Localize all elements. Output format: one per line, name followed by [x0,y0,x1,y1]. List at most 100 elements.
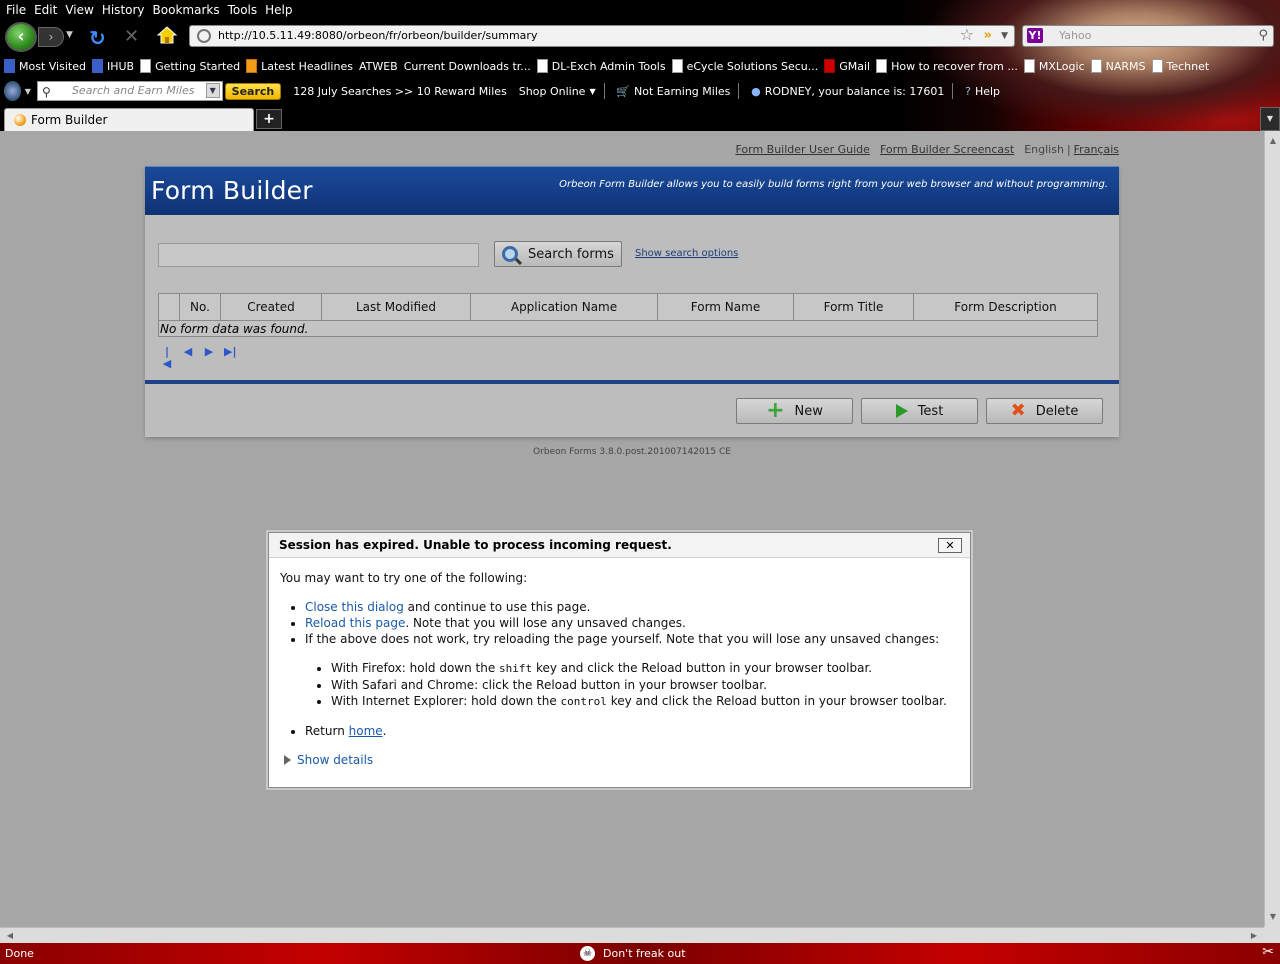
status-message: ☠ Don't freak out [580,946,686,961]
menu-help[interactable]: Help [263,0,298,20]
column-header-form-title[interactable]: Form Title [793,293,914,321]
user-icon: ● [751,84,761,98]
bookmark-item[interactable]: GMail [824,59,870,73]
show-details-link[interactable]: Show details [297,752,373,768]
bookmark-item[interactable]: NARMS [1090,59,1146,73]
bookmarks-toolbar: Most Visited IHUB Getting Started Latest… [0,56,1211,76]
bookmark-item[interactable]: MXLogic [1023,59,1085,73]
menu-history[interactable]: History [100,0,151,20]
july-searches-link[interactable]: 128 July Searches >> 10 Reward Miles [293,85,507,98]
shop-online-menu[interactable]: Shop Online ▼ [519,85,596,98]
url-dropdown-icon[interactable]: ▼ [1001,26,1008,46]
rss-icon [246,59,258,73]
toolbar-divider [738,83,740,99]
tab-form-builder[interactable]: Form Builder [4,108,254,131]
home-link[interactable]: home [349,724,383,738]
first-page-icon[interactable]: |◀ [161,346,173,370]
back-button[interactable]: ‹ [5,22,37,52]
previous-page-icon[interactable]: ◀ [182,346,194,358]
horizontal-scrollbar[interactable]: ◀ ▶ [0,927,1264,943]
feed-icon[interactable]: » [984,26,992,46]
last-page-icon[interactable]: ▶| [224,346,236,358]
bookmark-item[interactable]: Latest Headlines [246,59,353,73]
toolbar-menu-icon[interactable]: ▼ [25,87,31,96]
bookmark-item[interactable]: DL-Exch Admin Tools [536,59,666,73]
test-button[interactable]: Test [861,398,978,424]
bookmark-item[interactable]: How to recover from ... [876,59,1018,73]
options-list: Close this dialog and continue to use th… [305,599,959,739]
page-icon [140,59,152,73]
site-identity-icon[interactable] [197,29,211,43]
page-icon [1151,59,1163,73]
rewards-search-input[interactable]: ⚲ Search and Earn Miles ▼ [36,81,223,101]
home-icon[interactable] [157,25,177,45]
scroll-up-icon[interactable]: ▲ [1266,133,1280,149]
toolbar-divider [952,83,954,99]
menu-file[interactable]: File [4,0,32,20]
bookmark-item[interactable]: ATWEB [359,60,398,73]
delete-button[interactable]: ✖ Delete [986,398,1103,424]
dialog-close-button[interactable]: ✕ [938,538,962,553]
column-header-created[interactable]: Created [220,293,322,321]
bookmark-item[interactable]: Most Visited [4,59,86,73]
search-box[interactable]: Y! Yahoo ⚲ [1022,25,1274,47]
search-icon[interactable]: ⚲ [1258,26,1268,46]
reload-icon[interactable]: ↻ [89,26,106,50]
address-bar[interactable]: http://10.5.11.49:8080/orbeon/fr/orbeon/… [189,25,1015,47]
history-dropdown-icon[interactable]: ▼ [66,30,73,40]
bookmark-item[interactable]: Getting Started [140,59,240,73]
address-url: http://10.5.11.49:8080/orbeon/fr/orbeon/… [218,29,538,42]
table-row: No form data was found. [158,320,1098,337]
bookmark-star-icon[interactable]: ☆ [960,25,974,45]
session-expired-dialog: Session has expired. Unable to process i… [268,532,971,788]
not-earning-miles-link[interactable]: 🛒 Not Earning Miles [616,85,730,98]
show-details-toggle[interactable]: Show details [280,752,959,768]
scroll-right-icon[interactable]: ▶ [1246,928,1262,944]
scroll-left-icon[interactable]: ◀ [2,928,18,944]
form-builder-header: Form Builder Orbeon Form Builder allows … [145,166,1119,215]
search-forms-button[interactable]: Search forms [494,241,622,267]
column-header-form-description[interactable]: Form Description [913,293,1098,321]
column-header-select[interactable] [158,293,180,321]
help-link[interactable]: ? Help [965,85,1000,98]
bookmark-item[interactable]: IHUB [91,59,134,73]
close-dialog-link[interactable]: Close this dialog [305,600,404,614]
column-header-no[interactable]: No. [179,293,221,321]
menu-tools[interactable]: Tools [226,0,264,20]
column-header-application-name[interactable]: Application Name [470,293,658,321]
show-search-options-link[interactable]: Show search options [635,248,738,259]
bookmark-item[interactable]: Technet [1151,59,1209,73]
reload-page-link[interactable]: Reload this page [305,616,405,630]
balance-link[interactable]: ● RODNEY, your balance is: 17601 [751,85,944,98]
scroll-down-icon[interactable]: ▼ [1266,909,1280,925]
list-item: With Internet Explorer: hold down the co… [331,693,959,710]
menu-view[interactable]: View [63,0,99,20]
language-francais-link[interactable]: Français [1074,143,1119,156]
menu-edit[interactable]: Edit [32,0,63,20]
chevron-down-icon[interactable]: ▼ [205,83,220,98]
new-button[interactable]: + New [736,398,853,424]
forward-button[interactable]: › [38,27,64,47]
screencast-link[interactable]: Form Builder Screencast [880,143,1014,156]
search-placeholder: Yahoo [1059,29,1092,42]
browser-instructions-list: With Firefox: hold down the shift key an… [331,660,959,710]
vertical-scrollbar[interactable]: ▲ ▼ [1264,131,1280,927]
column-header-last-modified[interactable]: Last Modified [321,293,471,321]
next-page-icon[interactable]: ▶ [203,346,215,358]
stop-icon[interactable]: ✕ [124,26,139,47]
column-header-form-name[interactable]: Form Name [657,293,794,321]
plus-icon: + [766,398,785,423]
delete-icon: ✖ [1010,400,1026,421]
page-icon [876,59,888,73]
menu-bookmarks[interactable]: Bookmarks [151,0,226,20]
yahoo-engine-icon[interactable]: Y! [1027,28,1043,43]
bookmark-item[interactable]: Current Downloads tr... [404,60,531,73]
airplane-logo-icon[interactable] [4,81,21,101]
user-guide-link[interactable]: Form Builder User Guide [735,143,869,156]
rewards-search-button[interactable]: Search [224,82,282,100]
search-forms-input[interactable] [158,243,479,267]
new-tab-button[interactable]: + [256,109,282,129]
bookmark-item[interactable]: eCycle Solutions Secu... [671,59,818,73]
tab-list-button[interactable]: ▼ [1260,107,1280,131]
theme-icon[interactable]: ✂ [1262,944,1274,960]
